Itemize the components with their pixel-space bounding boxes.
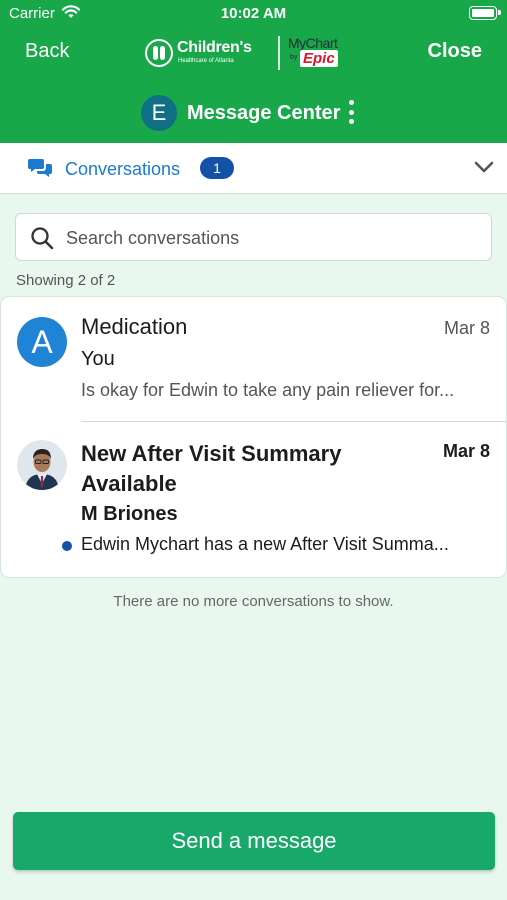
search-placeholder: Search conversations — [66, 228, 240, 248]
search-icon — [31, 227, 54, 250]
provider-photo — [17, 440, 67, 490]
logo-divider — [278, 36, 280, 70]
send-message-button[interactable]: Send a message — [13, 812, 495, 870]
conversation-list: A Medication Mar 8 You Is okay for Edwin… — [1, 297, 506, 577]
conversations-count-badge: 1 — [200, 157, 234, 179]
search-input[interactable]: Search conversations — [15, 213, 492, 261]
conversation-sender: You — [81, 348, 115, 370]
mychart-logo-by: by — [290, 54, 298, 61]
childrens-logo-subtitle: Healthcare of Atlanta — [178, 58, 234, 64]
mychart-logo: MyChart by Epic — [288, 35, 358, 73]
childrens-logo: Children's Healthcare of Atlanta — [143, 37, 273, 71]
brand-logo: Children's Healthcare of Atlanta MyChart… — [143, 35, 358, 73]
conversation-subject: New After Visit Summary Available — [81, 441, 342, 496]
conversation-date: Mar 8 — [443, 318, 490, 338]
back-button[interactable]: Back — [25, 40, 69, 63]
conversation-subject: Medication — [81, 314, 188, 339]
battery-icon — [469, 6, 501, 20]
conversation-sender: M Briones — [81, 503, 178, 525]
unread-indicator — [62, 541, 72, 551]
childrens-mark-icon — [145, 39, 173, 67]
sender-avatar: A — [17, 317, 67, 367]
epic-logo-text: Epic — [300, 50, 338, 67]
tab-conversations[interactable]: Conversations — [65, 159, 180, 180]
conversations-tab-bar[interactable]: Conversations 1 — [0, 143, 507, 194]
page-title: Message Center — [187, 102, 341, 124]
end-of-list-message: There are no more conversations to show. — [113, 593, 394, 610]
app-header: Back Children's Healthcare of Atlanta My… — [0, 28, 507, 143]
more-options-icon[interactable] — [347, 99, 355, 125]
conversations-icon — [28, 159, 52, 177]
conversation-item[interactable]: A Medication Mar 8 You Is okay for Edwin… — [1, 297, 506, 422]
chevron-down-icon[interactable] — [473, 156, 495, 178]
close-button[interactable]: Close — [428, 40, 482, 63]
conversation-date: Mar 8 — [442, 441, 490, 461]
results-count: Showing 2 of 2 — [16, 272, 116, 289]
conversation-preview: Edwin Mychart has a new After Visit Summ… — [81, 534, 449, 554]
title-row: E Message Center — [0, 93, 507, 133]
status-bar: Carrier 10:02 AM — [0, 0, 507, 28]
mychart-logo-text: MyChart — [288, 35, 338, 51]
user-avatar[interactable]: E — [141, 95, 177, 131]
conversation-item[interactable]: New After Visit Summary Available Mar 8 … — [1, 422, 506, 577]
conversation-preview: Is okay for Edwin to take any pain relie… — [81, 380, 455, 400]
childrens-logo-name: Children's — [177, 39, 252, 56]
clock: 10:02 AM — [220, 5, 287, 22]
